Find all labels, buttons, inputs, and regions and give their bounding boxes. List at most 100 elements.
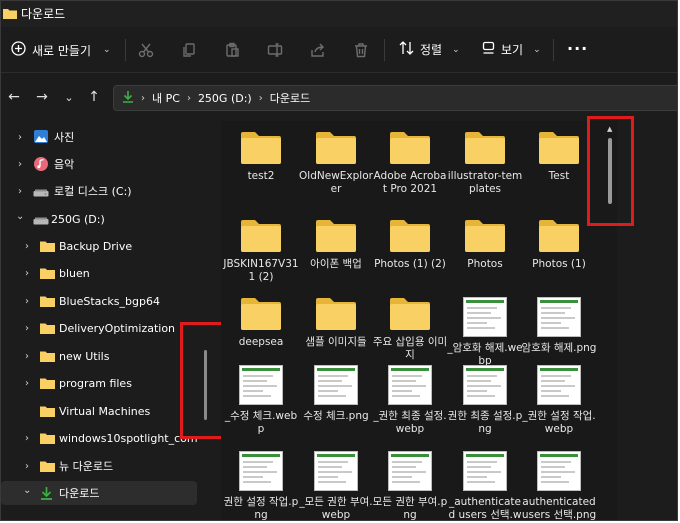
expand-chevron-icon[interactable]: › (25, 323, 29, 334)
delete-icon[interactable] (351, 40, 371, 60)
folder-icon (240, 219, 282, 253)
sidebar-item-folder[interactable]: › 뉴 다운로드 (1, 454, 197, 478)
image-thumbnail (314, 451, 358, 491)
back-arrow-icon[interactable]: ← (6, 89, 22, 105)
expand-chevron-icon[interactable]: › (25, 351, 29, 362)
sidebar-item-pictures[interactable]: › 사진 (1, 125, 197, 149)
expand-chevron-icon[interactable]: › (25, 296, 29, 307)
folder-icon (40, 377, 55, 392)
expand-chevron-icon[interactable]: › (25, 268, 29, 279)
expand-chevron-icon[interactable]: › (18, 159, 22, 170)
sidebar-item-local-disk-c[interactable]: › 로컬 디스크 (C:) (1, 179, 197, 203)
sidebar-item-folder[interactable]: › BlueStacks_bgp64 (1, 289, 197, 313)
image-thumbnail (463, 365, 507, 405)
music-icon (34, 157, 48, 174)
expand-chevron-icon[interactable]: › (18, 186, 22, 197)
breadcrumb-chevron-icon: › (258, 92, 263, 104)
new-button[interactable]: 새로 만들기 ⌄ (11, 41, 111, 59)
folder-item[interactable]: Photos (447, 219, 523, 271)
collapse-chevron-icon[interactable]: ⌄ (16, 211, 24, 222)
image-thumbnail (239, 365, 283, 405)
file-name: JBSKIN167V311 (2) (223, 258, 299, 283)
image-thumbnail (537, 451, 581, 491)
file-name: 아이폰 백업 (310, 258, 362, 270)
chevron-down-icon: ⌄ (452, 44, 460, 55)
breadcrumb-item[interactable]: 내 PC (152, 90, 180, 106)
sidebar-item-folder[interactable]: › DeliveryOptimization (1, 316, 197, 340)
address-bar[interactable]: › 내 PC › 250G (D:) › 다운로드 (113, 85, 677, 111)
sidebar-item-folder[interactable]: › new Utils (1, 344, 197, 368)
expand-chevron-icon[interactable]: › (18, 132, 22, 143)
folder-item[interactable]: test2 (223, 131, 299, 183)
share-icon[interactable] (308, 40, 328, 60)
folder-icon (315, 219, 357, 253)
recent-locations-chevron-icon[interactable]: ⌄ (61, 89, 77, 105)
more-options-button[interactable]: ··· (567, 39, 588, 58)
sidebar-item-folder[interactable]: › bluen (1, 261, 197, 285)
view-button[interactable]: 보기 ⌄ (482, 41, 541, 58)
folder-item[interactable]: JBSKIN167V311 (2) (223, 219, 299, 284)
expand-chevron-icon[interactable]: › (25, 378, 29, 389)
file-name: _권한 설정 작업.webp (522, 410, 596, 435)
file-name: _모든 권한 부여.webp (299, 496, 373, 521)
image-file-item[interactable]: _수정 체크.webp (223, 365, 299, 436)
sidebar-item-folder[interactable]: › program files (1, 371, 197, 395)
sidebar-item-folder[interactable]: Virtual Machines (1, 399, 197, 423)
folder-icon (40, 240, 55, 255)
folder-item[interactable]: Photos (1) (2) (372, 219, 448, 271)
collapse-chevron-icon[interactable]: ⌄ (23, 485, 31, 496)
rename-icon[interactable] (265, 40, 285, 60)
image-file-item[interactable]: 권한 최종 설정.png (447, 365, 523, 436)
breadcrumb-item[interactable]: 250G (D:) (198, 92, 252, 105)
divider (384, 39, 385, 61)
image-file-item[interactable]: _authenticated users 선택.webp (447, 451, 523, 520)
folder-item[interactable]: Adobe Acrobat Pro 2021 (372, 131, 448, 196)
up-arrow-icon[interactable]: ↑ (86, 89, 102, 105)
folder-icon (464, 131, 506, 165)
sidebar-item-folder[interactable]: › Backup Drive (1, 234, 197, 258)
file-name: 모든 권한 부여.png (372, 496, 448, 521)
folder-icon (40, 322, 55, 337)
folder-item[interactable]: Test (521, 131, 597, 183)
expand-chevron-icon[interactable]: › (25, 461, 29, 472)
command-bar: 새로 만들기 ⌄ 정렬 ⌄ 보기 ⌄ ··· (1, 27, 677, 73)
folder-icon (40, 267, 55, 282)
expand-chevron-icon[interactable]: › (25, 433, 29, 444)
folder-item[interactable]: illustrator-templates (447, 131, 523, 196)
image-file-item[interactable]: _권한 설정 작업.webp (521, 365, 597, 436)
paste-icon[interactable] (222, 40, 242, 60)
folder-item[interactable]: Photos (1) (521, 219, 597, 271)
image-file-item[interactable]: authenticated users 선택.png (521, 451, 597, 520)
image-file-item[interactable]: 수정 체크.png (298, 365, 374, 423)
chevron-down-icon: ⌄ (533, 44, 541, 55)
image-file-item[interactable]: _암호화 해제.webp (447, 297, 523, 368)
image-thumbnail (537, 365, 581, 405)
image-thumbnail (463, 451, 507, 491)
folder-item[interactable]: 아이폰 백업 (298, 219, 374, 271)
cut-icon[interactable] (136, 40, 156, 60)
folder-item[interactable]: 샘플 이미지들 (298, 297, 374, 349)
folder-item[interactable]: 주요 삽입용 이미지 (372, 297, 448, 362)
folder-item[interactable]: OldNewExplorer (298, 131, 374, 196)
image-file-item[interactable]: 모든 권한 부여.png (372, 451, 448, 521)
image-file-item[interactable]: 암호화 해제.png (521, 297, 597, 355)
navigation-pane: › 사진 › 음악 › 로컬 디스크 (C:) ⌄ 250G (D:) › Ba… (1, 121, 201, 520)
file-name: deepsea (238, 336, 284, 348)
folder-item[interactable]: deepsea (223, 297, 299, 349)
sort-button[interactable]: 정렬 ⌄ (399, 41, 460, 58)
sidebar-item-folder[interactable]: › windows10spotlight_com (1, 426, 198, 450)
image-thumbnail (314, 365, 358, 405)
breadcrumb-item[interactable]: 다운로드 (270, 90, 310, 106)
explorer-window: 다운로드 새로 만들기 ⌄ 정렬 ⌄ 보기 ⌄ ··· ← → ⌄ ↑ › 내 … (0, 0, 678, 521)
sidebar-item-music[interactable]: › 음악 (1, 152, 197, 176)
copy-icon[interactable] (179, 40, 199, 60)
image-file-item[interactable]: 권한 설정 작업.png (223, 451, 299, 520)
image-file-item[interactable]: _권한 최종 설정.webp (372, 365, 448, 436)
expand-chevron-icon[interactable]: › (25, 241, 29, 252)
sidebar-item-downloads[interactable]: ⌄ 다운로드 (1, 481, 197, 505)
forward-arrow-icon[interactable]: → (34, 89, 50, 105)
sidebar-item-drive-d[interactable]: ⌄ 250G (D:) (1, 207, 197, 231)
folder-icon (464, 219, 506, 253)
chevron-down-icon: ⌄ (103, 45, 111, 55)
image-file-item[interactable]: _모든 권한 부여.webp (298, 451, 374, 521)
